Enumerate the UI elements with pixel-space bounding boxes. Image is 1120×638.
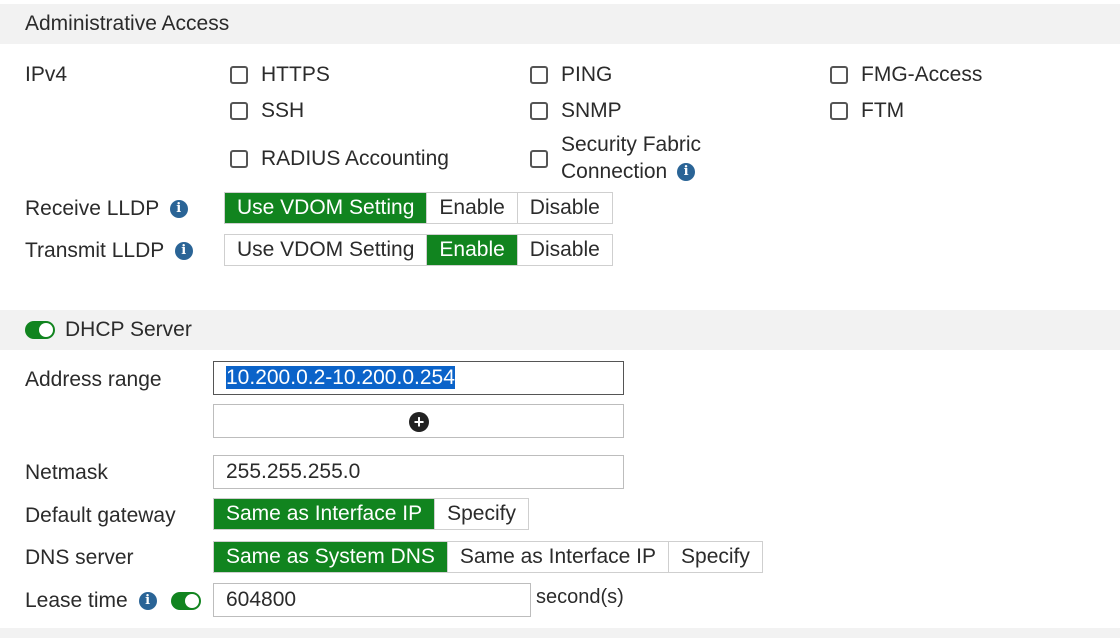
ftm-label: FTM (861, 99, 905, 122)
radius-accounting-checkbox[interactable] (230, 150, 248, 168)
transmit-lldp-enable-option[interactable]: Enable (427, 235, 518, 265)
https-checkbox[interactable] (230, 66, 248, 84)
gateway-specify-option[interactable]: Specify (435, 499, 528, 529)
snmp-label: SNMP (561, 99, 622, 122)
section-divider (0, 628, 1120, 638)
fmg-access-label: FMG-Access (861, 63, 983, 86)
default-gateway-label: Default gateway (25, 504, 176, 527)
netmask-input[interactable]: 255.255.255.0 (213, 455, 624, 489)
receive-lldp-enable-option[interactable]: Enable (427, 193, 518, 223)
ping-checkbox[interactable] (530, 66, 548, 84)
receive-lldp-use-vdom-option[interactable]: Use VDOM Setting (225, 193, 428, 223)
transmit-lldp-label: Transmit LLDP (25, 239, 164, 262)
add-address-range-button[interactable]: + (213, 404, 624, 438)
transmit-lldp-disable-option[interactable]: Disable (517, 235, 612, 265)
transmit-lldp-use-vdom-option[interactable]: Use VDOM Setting (225, 235, 428, 265)
info-icon[interactable]: i (138, 592, 157, 611)
info-icon[interactable]: i (169, 200, 188, 219)
dhcp-server-title: DHCP Server (65, 318, 192, 341)
security-fabric-label-line2: Connection (561, 160, 668, 183)
ipv4-label: IPv4 (25, 63, 68, 86)
dhcp-server-toggle[interactable] (25, 321, 55, 339)
snmp-checkbox[interactable] (530, 102, 548, 120)
dns-server-label: DNS server (25, 546, 134, 569)
ftm-checkbox[interactable] (830, 102, 848, 120)
admin-access-title: Administrative Access (25, 12, 230, 35)
admin-access-header: Administrative Access (0, 4, 1120, 44)
netmask-label: Netmask (25, 461, 108, 484)
receive-lldp-disable-option[interactable]: Disable (517, 193, 612, 223)
lease-time-input[interactable]: 604800 (213, 583, 531, 617)
info-icon[interactable]: i (174, 242, 193, 261)
ssh-checkbox[interactable] (230, 102, 248, 120)
plus-icon: + (409, 412, 429, 432)
address-range-value: 10.200.0.2-10.200.0.254 (226, 366, 455, 389)
security-fabric-checkbox[interactable] (530, 150, 548, 168)
fmg-access-checkbox[interactable] (830, 66, 848, 84)
receive-lldp-label-wrap: Receive LLDP i (25, 197, 188, 221)
https-label: HTTPS (261, 63, 330, 86)
ping-label: PING (561, 63, 613, 86)
security-fabric-label-line1: Security Fabric (561, 133, 702, 156)
radius-accounting-label: RADIUS Accounting (261, 147, 449, 170)
address-range-input[interactable]: 10.200.0.2-10.200.0.254 (213, 361, 624, 395)
info-icon[interactable]: i (677, 163, 696, 182)
transmit-lldp-label-wrap: Transmit LLDP i (25, 239, 193, 263)
lease-time-label-wrap: Lease time i (25, 589, 157, 613)
address-range-label: Address range (25, 368, 162, 391)
security-fabric-label-line2-wrap: Connection i (561, 160, 696, 184)
dns-same-as-system-option[interactable]: Same as System DNS (214, 542, 448, 572)
dns-server-toggle-group: Same as System DNS Same as Interface IP … (213, 541, 763, 573)
dhcp-server-header: DHCP Server (0, 310, 1120, 350)
dns-same-as-interface-option[interactable]: Same as Interface IP (447, 542, 670, 572)
receive-lldp-toggle-group: Use VDOM Setting Enable Disable (224, 192, 613, 224)
dns-specify-option[interactable]: Specify (669, 542, 762, 572)
receive-lldp-label: Receive LLDP (25, 197, 159, 220)
transmit-lldp-toggle-group: Use VDOM Setting Enable Disable (224, 234, 613, 266)
default-gateway-toggle-group: Same as Interface IP Specify (213, 498, 529, 530)
ssh-label: SSH (261, 99, 305, 122)
lease-time-unit: second(s) (536, 586, 624, 608)
lease-time-toggle[interactable] (171, 592, 201, 610)
gateway-same-as-interface-option[interactable]: Same as Interface IP (214, 499, 436, 529)
lease-time-label: Lease time (25, 589, 128, 612)
